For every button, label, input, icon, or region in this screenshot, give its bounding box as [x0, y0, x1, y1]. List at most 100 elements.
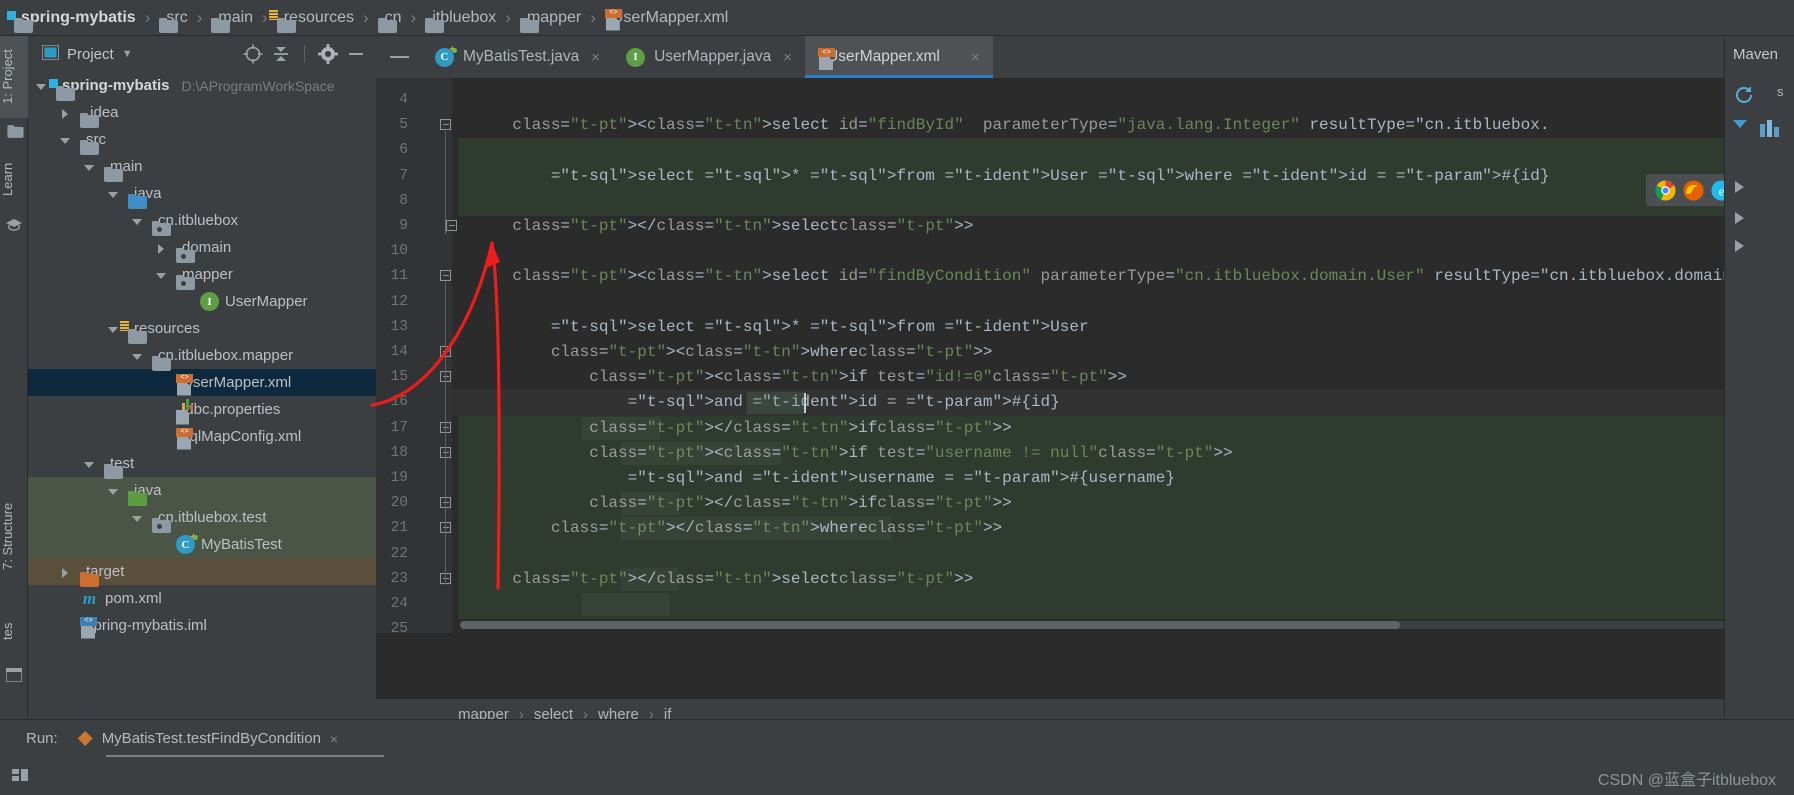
breadcrumb-item-main[interactable]: main [211, 9, 253, 27]
editor-gutter[interactable]: 4 5 6 7 8 9 10 11 12 13 14 15 16 17 18 19 20 21 22 23 24 25 [376, 78, 457, 633]
tree-node-spring-mybatis.iml[interactable]: <> spring-mybatis.iml [28, 612, 376, 639]
code-fold-toggle[interactable] [440, 270, 452, 282]
tree-node-mybatistest[interactable]: C MyBatisTest [28, 531, 376, 558]
close-icon[interactable]: × [971, 49, 980, 66]
code-line-22[interactable] [474, 542, 1794, 567]
code-fold-toggle[interactable] [440, 346, 452, 358]
code-content[interactable]: class="t-pt"><class="t-tn">select id="fi… [452, 78, 1794, 633]
tree-twisty-open[interactable] [82, 159, 98, 175]
breadcrumb-item-cn[interactable]: cn [378, 9, 402, 27]
code-line-17[interactable]: class="t-pt"></class="t-tn">ifclass="t-p… [474, 416, 1794, 441]
tree-node-usermapper.xml[interactable]: <> UserMapper.xml [28, 369, 376, 396]
tool-strip-structure[interactable]: 7: Structure [0, 471, 28, 601]
close-icon[interactable]: × [783, 49, 792, 66]
editor-tab-mybatistest-java[interactable]: C MyBatisTest.java × [422, 36, 613, 78]
maven-tool-icon[interactable] [1759, 118, 1781, 142]
code-line-12[interactable] [474, 290, 1794, 315]
code-line-7[interactable]: ="t-sql">select ="t-sql">* ="t-sql">from… [474, 164, 1794, 189]
maven-refresh-icon[interactable] [1733, 84, 1755, 110]
tree-node-test[interactable]: test [28, 450, 376, 477]
tree-twisty-open[interactable] [34, 78, 50, 94]
code-fold-toggle[interactable] [440, 497, 452, 509]
tree-node-cn.itbluebox[interactable]: cn.itbluebox [28, 207, 376, 234]
code-fold-toggle[interactable] [440, 119, 452, 131]
tree-node-src[interactable]: src [28, 126, 376, 153]
breadcrumb-item-mapper[interactable]: mapper [520, 9, 581, 27]
code-line-9[interactable]: class="t-pt"></class="t-tn">selectclass=… [474, 214, 1794, 239]
tree-node-spring-mybatis[interactable]: spring-mybatis D:\AProgramWorkSpace [28, 72, 376, 99]
tree-twisty-open[interactable] [82, 456, 98, 472]
run-arrow-icon[interactable] [1735, 181, 1744, 193]
tree-node-domain[interactable]: domain [28, 234, 376, 261]
tree-node-java[interactable]: java [28, 477, 376, 504]
code-line-8[interactable] [474, 189, 1794, 214]
tree-twisty-open[interactable] [130, 510, 146, 526]
tool-strip-favorites[interactable]: tes [0, 601, 28, 661]
editor-minimize-button[interactable] [376, 36, 422, 78]
tree-node-resources[interactable]: resources [28, 315, 376, 342]
tool-strip-learn[interactable]: Learn [0, 146, 28, 212]
code-line-21[interactable]: class="t-pt"></class="t-tn">whereclass="… [474, 516, 1794, 541]
tree-twisty-open[interactable] [154, 267, 170, 283]
tree-node-target[interactable]: target [28, 558, 376, 585]
chrome-icon[interactable] [1655, 179, 1676, 201]
run-configuration-tab[interactable]: MyBatisTest.testFindByCondition × [70, 730, 346, 747]
code-editor[interactable]: 4 5 6 7 8 9 10 11 12 13 14 15 16 17 18 19 20 21 22 23 24 25 c… [376, 78, 1794, 633]
status-bar-menu-icon[interactable] [10, 765, 30, 785]
tree-node-jdbc.properties[interactable]: jdbc.properties [28, 396, 376, 425]
tree-twisty-closed[interactable] [58, 105, 74, 121]
breadcrumb-item-resources[interactable]: resources [268, 9, 354, 27]
code-line-13[interactable]: ="t-sql">select ="t-sql">* ="t-sql">from… [474, 315, 1794, 340]
code-line-23[interactable]: class="t-pt"></class="t-tn">selectclass=… [474, 567, 1794, 592]
settings-gear-icon[interactable] [318, 44, 338, 64]
collapse-all-icon[interactable] [271, 44, 291, 64]
code-line-11[interactable]: class="t-pt"><class="t-tn">select id="fi… [474, 264, 1794, 289]
code-line-20[interactable]: class="t-pt"></class="t-tn">ifclass="t-p… [474, 491, 1794, 516]
code-line-5[interactable]: class="t-pt"><class="t-tn">select id="fi… [474, 113, 1794, 138]
tree-twisty-open[interactable] [58, 132, 74, 148]
code-fold-toggle[interactable] [440, 572, 452, 585]
code-fold-toggle[interactable] [440, 371, 452, 383]
code-fold-toggle[interactable] [440, 446, 452, 459]
close-icon[interactable]: × [591, 49, 600, 66]
code-line-18[interactable]: class="t-pt"><class="t-tn">if test="user… [474, 441, 1794, 466]
tool-strip-project[interactable]: 1: Project [0, 36, 28, 118]
editor-tab-usermapper-xml[interactable]: <> UserMapper.xml × [805, 36, 993, 78]
editor-tab-usermapper-java[interactable]: I UserMapper.java × [613, 36, 805, 78]
code-line-24[interactable] [474, 592, 1794, 617]
tree-node-cn.itbluebox.mapper[interactable]: cn.itbluebox.mapper [28, 342, 376, 369]
project-tree[interactable]: spring-mybatis D:\AProgramWorkSpace .idea s… [28, 72, 376, 657]
breadcrumb-item-spring-mybatis[interactable]: spring-mybatis [7, 9, 136, 27]
tree-twisty-closed[interactable] [154, 240, 170, 256]
breadcrumb-item-itbluebox[interactable]: itbluebox [425, 9, 496, 27]
tree-twisty-closed[interactable] [58, 564, 74, 580]
tree-node-sqlmapconfig.xml[interactable]: <> sqlMapConfig.xml [28, 423, 376, 450]
code-line-15[interactable]: class="t-pt"><class="t-tn">if test="id!=… [474, 365, 1794, 390]
tree-node-pom.xml[interactable]: m pom.xml [28, 585, 376, 612]
code-fold-toggle[interactable] [440, 522, 452, 534]
close-icon[interactable]: × [330, 731, 338, 747]
maven-collapse-icon[interactable] [1733, 120, 1747, 128]
code-line-4[interactable] [474, 88, 1794, 113]
tree-node-.idea[interactable]: .idea [28, 99, 376, 126]
project-panel-dropdown-caret[interactable]: ▼ [122, 48, 133, 60]
code-fold-toggle[interactable] [440, 421, 452, 434]
code-line-14[interactable]: class="t-pt"><class="t-tn">whereclass="t… [474, 340, 1794, 365]
tree-twisty-open[interactable] [106, 483, 122, 499]
editor-horizontal-scrollbar[interactable] [460, 621, 1778, 629]
tree-twisty-open[interactable] [106, 186, 122, 202]
breadcrumb-item-src[interactable]: src [159, 9, 187, 27]
breadcrumb-item-usermapper-xml[interactable]: <> UserMapper.xml [604, 8, 728, 31]
tree-node-mapper[interactable]: mapper [28, 261, 376, 288]
tree-twisty-open[interactable] [130, 213, 146, 229]
hide-panel-icon[interactable] [346, 44, 366, 64]
tree-node-cn.itbluebox.test[interactable]: cn.itbluebox.test [28, 504, 376, 531]
terminal-icon[interactable] [5, 667, 23, 684]
tree-twisty-open[interactable] [130, 348, 146, 364]
run-arrow-icon[interactable] [1735, 212, 1744, 224]
tree-node-usermapper[interactable]: I UserMapper [28, 288, 376, 315]
maven-panel-title-row[interactable]: Maven [1725, 36, 1794, 72]
tree-node-java[interactable]: java [28, 180, 376, 207]
code-line-6[interactable] [474, 138, 1794, 163]
run-arrow-icon[interactable] [1735, 240, 1744, 252]
